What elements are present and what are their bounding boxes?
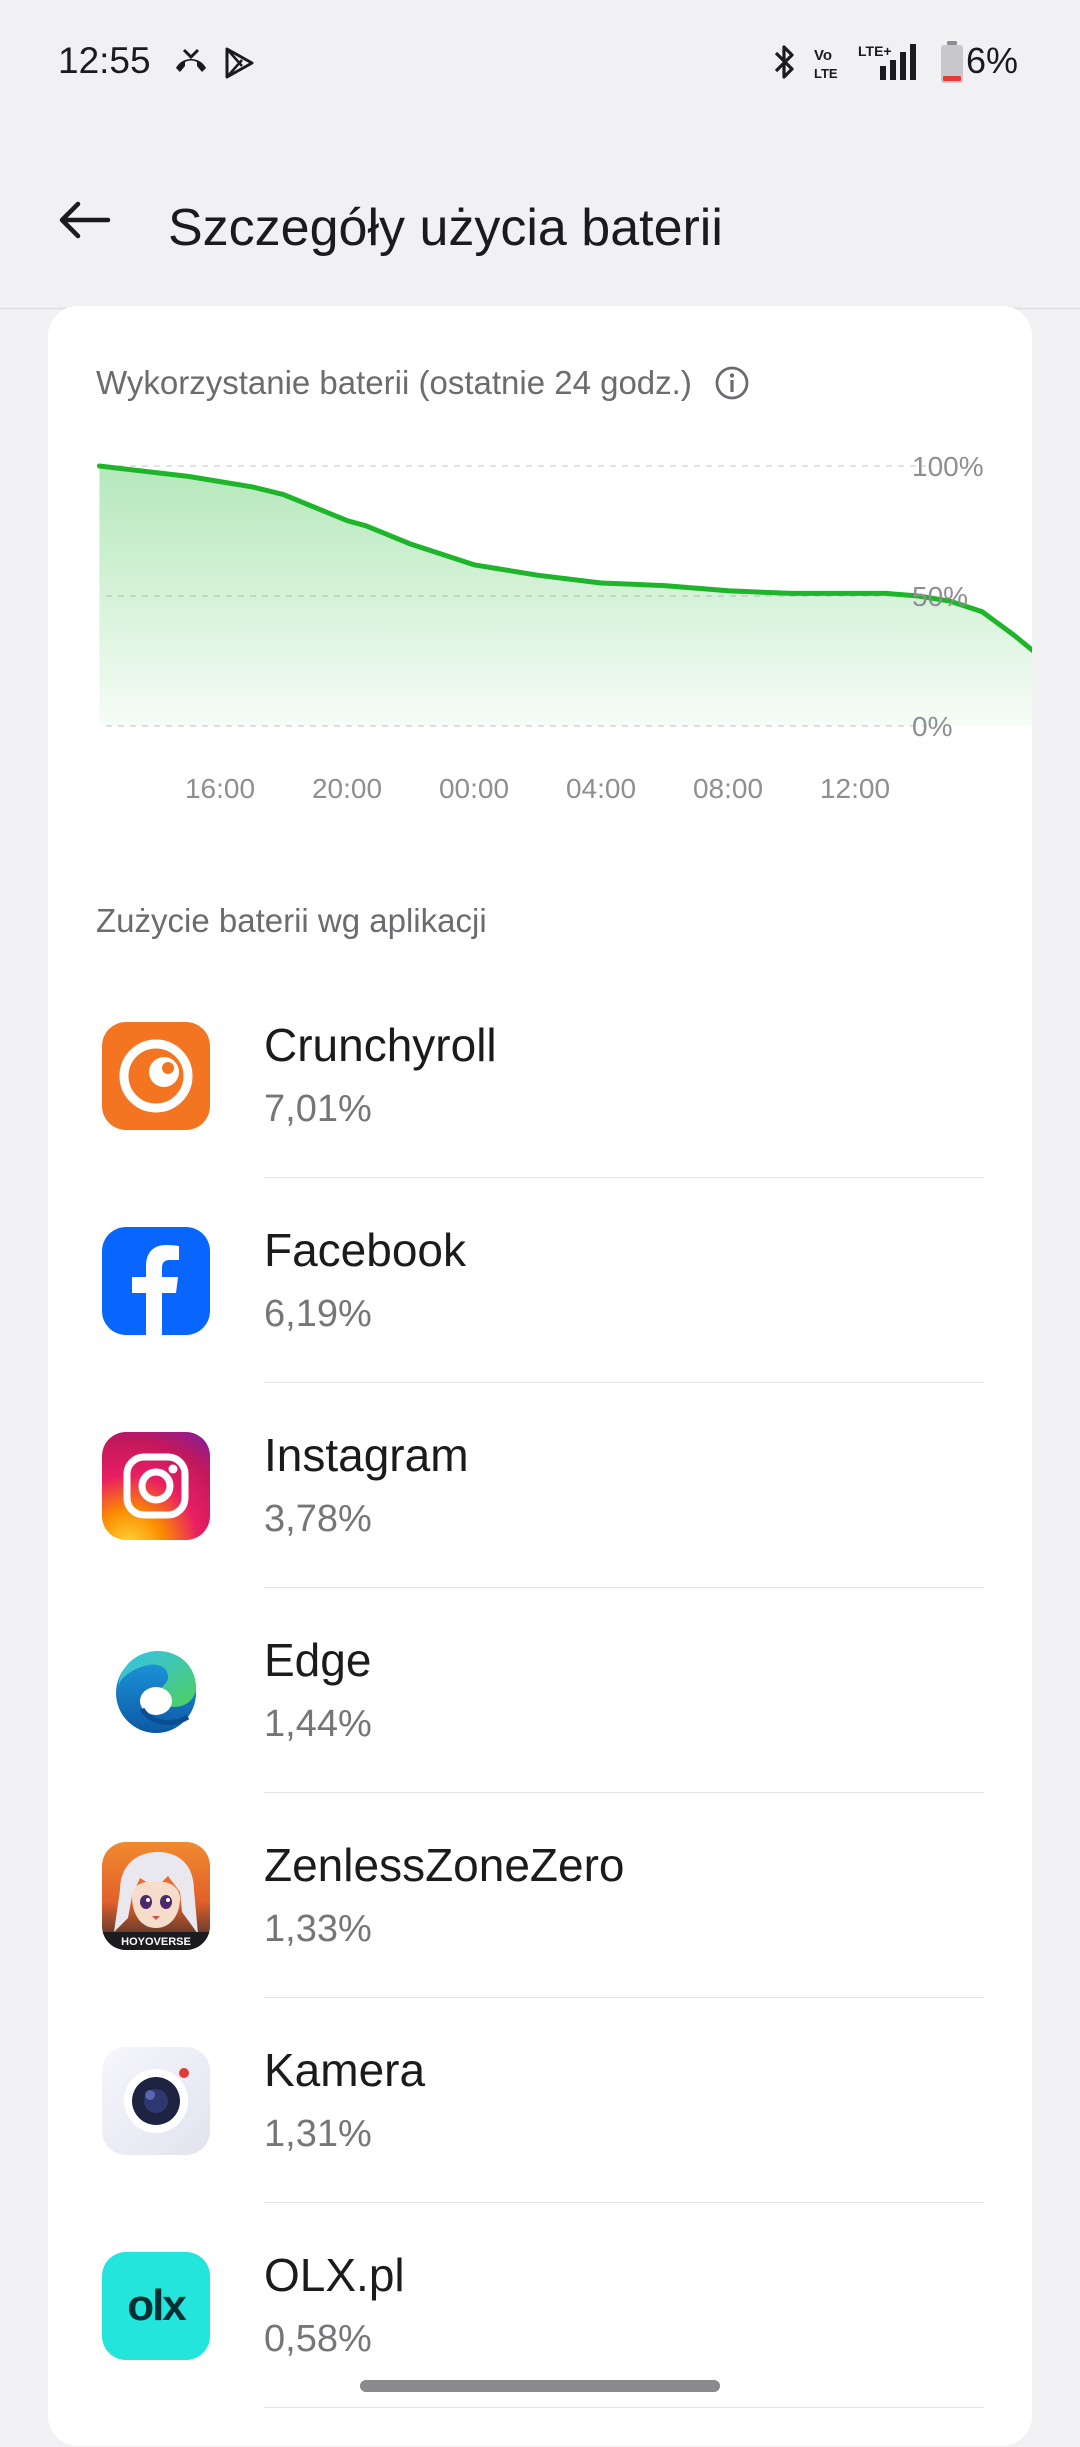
y-tick-label: 50% [912, 581, 968, 612]
svg-text:Vo: Vo [814, 47, 832, 64]
back-button[interactable] [44, 180, 124, 260]
bluetooth-icon [774, 45, 794, 79]
zenless-zone-zero-icon: HOYOVERSE [102, 1842, 210, 1950]
instagram-icon [102, 1432, 210, 1540]
battery-usage-chart: 100% 50% 0% 16:00 20:00 00:00 04:00 08:00 12:00 [96, 451, 1032, 804]
back-arrow-icon [59, 201, 111, 239]
app-usage-percent: 1,44% [264, 1703, 372, 1745]
divider [264, 1177, 984, 1178]
x-tick-label: 04:00 [566, 773, 636, 804]
x-tick-label: 20:00 [312, 773, 382, 804]
app-usage-list: Crunchyroll 7,01% Facebook 6,19% Instagr… [48, 1012, 1032, 2447]
apps-section-label: Zużycie baterii wg aplikacji [96, 902, 487, 939]
battery-details-card: Wykorzystanie baterii (ostatnie 24 godz.… [48, 306, 1032, 2446]
app-usage-percent: 1,33% [264, 1908, 372, 1950]
divider [264, 1382, 984, 1383]
x-tick-label: 16:00 [185, 773, 255, 804]
status-bar: 12:55 Vo LTE LTE+ 6% [0, 0, 1080, 128]
app-usage-percent: 7,01% [264, 1088, 372, 1130]
app-name: Kamera [264, 2044, 426, 2096]
navigation-gesture-bar[interactable] [360, 2380, 720, 2392]
x-tick-label: 00:00 [439, 773, 509, 804]
svg-text:LTE: LTE [814, 66, 838, 81]
app-row-facebook[interactable]: Facebook 6,19% [48, 1217, 1032, 1422]
divider [264, 1587, 984, 1588]
app-row-instagram[interactable]: Instagram 3,78% [48, 1422, 1032, 1627]
app-name: Instagram [264, 1429, 469, 1481]
app-row-olx[interactable]: olx OLX.pl 0,58% [48, 2242, 1032, 2447]
app-row-zenless-zone-zero[interactable]: HOYOVERSE ZenlessZoneZero 1,33% [48, 1832, 1032, 2037]
app-usage-percent: 3,78% [264, 1498, 372, 1540]
battery-percentage: 6% [965, 40, 1018, 81]
volte-icon: Vo LTE [814, 47, 838, 81]
app-name: Crunchyroll [264, 1019, 497, 1071]
app-usage-percent: 6,19% [264, 1293, 372, 1335]
app-usage-percent: 1,31% [264, 2113, 372, 2155]
app-row-edge[interactable]: Edge 1,44% [48, 1627, 1032, 1832]
hoyoverse-logo-text: HOYOVERSE [121, 1936, 191, 1948]
crunchyroll-icon [102, 1022, 210, 1130]
olx-icon: olx [102, 2252, 210, 2360]
x-tick-label: 08:00 [693, 773, 763, 804]
status-time: 12:55 [58, 40, 151, 81]
app-name: ZenlessZoneZero [264, 1839, 625, 1891]
signal-strength-icon: LTE+ [858, 43, 916, 80]
divider [264, 2407, 984, 2408]
divider [264, 1792, 984, 1793]
camera-icon [102, 2047, 210, 2155]
svg-text:LTE+: LTE+ [858, 43, 892, 59]
page-title: Szczegóły użycia baterii [168, 199, 723, 257]
facebook-icon [102, 1227, 210, 1335]
divider [264, 1997, 984, 1998]
app-name: OLX.pl [264, 2249, 405, 2301]
app-row-kamera[interactable]: Kamera 1,31% [48, 2037, 1032, 2242]
app-name: Facebook [264, 1224, 467, 1276]
app-row-crunchyroll[interactable]: Crunchyroll 7,01% [48, 1012, 1032, 1217]
app-bar: Szczegóły użycia baterii [0, 128, 1080, 309]
play-store-icon [225, 47, 254, 79]
battery-icon [941, 41, 963, 83]
olx-logo-text: olx [127, 2281, 187, 2330]
app-name: Edge [264, 1634, 372, 1686]
app-usage-percent: 0,58% [264, 2318, 372, 2360]
y-tick-label: 0% [912, 711, 952, 742]
x-tick-label: 12:00 [820, 773, 890, 804]
call-forward-icon [176, 48, 206, 72]
edge-icon [102, 1637, 210, 1745]
y-tick-label: 100% [912, 451, 984, 482]
divider [264, 2202, 984, 2203]
